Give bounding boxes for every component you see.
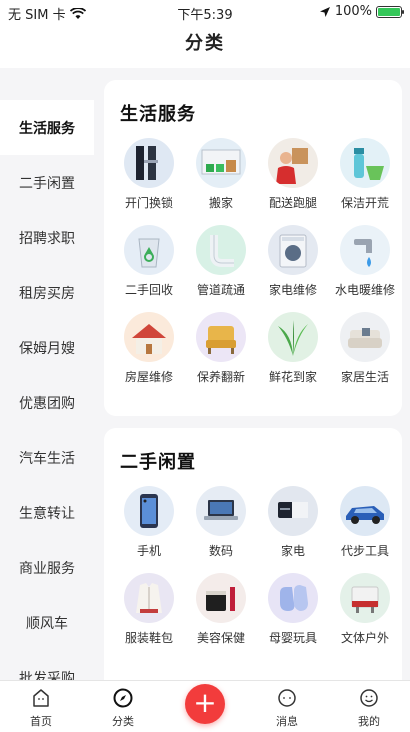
battery-fill [378,7,400,16]
sidebar-item-business-services[interactable]: 商业服务 [0,540,94,595]
grid-item-delivery[interactable]: 配送跑腿 [258,138,328,211]
battery-percent: 100% [334,4,372,19]
page-title: 分类 [0,26,410,68]
cleaning-supplies-icon [340,138,390,188]
section-card-second-hand: 二手闲置 手机 数码 家电 代步工具 服装鞋包 美容保健 母婴玩具 文体户外 [104,428,402,680]
laptop-icon [196,486,246,536]
grid-item-pipe[interactable]: 管道疏通 [186,225,256,298]
grid-item-home-living[interactable]: 家居生活 [330,312,400,385]
baby-shoes-icon [268,573,318,623]
home-icon [30,687,52,709]
sidebar-item-business-transfer[interactable]: 生意转让 [0,485,94,540]
battery-icon [376,5,404,18]
grid-item-door-lock[interactable]: 开门换锁 [114,138,184,211]
sidebar-item-carpool[interactable]: 顺风车 [0,595,94,650]
profile-icon [358,687,380,709]
grid-item-transport[interactable]: 代步工具 [330,486,400,559]
grid-item-plumbing-electric[interactable]: 水电暖维修 [330,225,400,298]
sidebar-item-second-hand[interactable]: 二手闲置 [0,155,94,210]
sofa-icon [340,312,390,362]
cosmetics-icon [196,573,246,623]
sidebar-item-jobs[interactable]: 招聘求职 [0,210,94,265]
pipe-icon [196,225,246,275]
car-icon [340,486,390,536]
secondhand-grid: 手机 数码 家电 代步工具 服装鞋包 美容保健 母婴玩具 文体户外 [104,486,402,646]
jacket-icon [124,573,174,623]
tab-category[interactable]: 分类 [82,681,164,732]
status-right: 100% [319,4,404,19]
section-title: 生活服务 [120,104,196,125]
door-lock-icon [124,138,174,188]
grid-item-phones[interactable]: 手机 [114,486,184,559]
washing-machine-icon [268,225,318,275]
grid-item-cleaning[interactable]: 保洁开荒 [330,138,400,211]
category-sidebar: 生活服务 二手闲置 招聘求职 租房买房 保姆月嫂 优惠团购 汽车生活 生意转让 … [0,68,94,680]
sidebar-item-life-services[interactable]: 生活服务 [0,100,94,155]
message-icon [276,687,298,709]
sidebar-item-nanny[interactable]: 保姆月嫂 [0,320,94,375]
sidebar-item-housing[interactable]: 租房买房 [0,265,94,320]
status-bar: 无 SIM 卡 下午5:39 100% [0,0,410,26]
sidebar-item-car-life[interactable]: 汽车生活 [0,430,94,485]
tab-home[interactable]: 首页 [0,681,82,732]
tab-messages[interactable]: 消息 [246,681,328,732]
grid-item-appliance-repair[interactable]: 家电维修 [258,225,328,298]
grid-item-digital[interactable]: 数码 [186,486,256,559]
tab-post[interactable]: + [164,681,246,732]
grid-item-clothing[interactable]: 服装鞋包 [114,573,184,646]
moving-truck-icon [196,138,246,188]
sidebar-item-group-deals[interactable]: 优惠团购 [0,375,94,430]
section-title: 二手闲置 [120,452,196,473]
sidebar-item-wholesale[interactable]: 批发采购 [0,650,94,681]
delivery-courier-icon [268,138,318,188]
recycle-bin-icon [124,225,174,275]
service-grid: 开门换锁 搬家 配送跑腿 保洁开荒 二手回收 管道疏通 家电维修 水电暖维修 房… [104,138,402,385]
house-icon [124,312,174,362]
plant-icon [268,312,318,362]
grid-item-appliances[interactable]: 家电 [258,486,328,559]
tab-profile[interactable]: 我的 [328,681,410,732]
appliance-icon [268,486,318,536]
grid-item-sports-outdoor[interactable]: 文体户外 [330,573,400,646]
bottom-tab-bar: 首页 分类 + 消息 我的 [0,680,410,732]
grid-item-flowers[interactable]: 鲜花到家 [258,312,328,385]
armchair-icon [196,312,246,362]
sports-icon [340,573,390,623]
grid-item-renovation[interactable]: 保养翻新 [186,312,256,385]
grid-item-house-repair[interactable]: 房屋维修 [114,312,184,385]
grid-item-beauty[interactable]: 美容保健 [186,573,256,646]
section-card-life-services: 生活服务 开门换锁 搬家 配送跑腿 保洁开荒 二手回收 管道疏通 家电维修 水电… [104,80,402,416]
compass-icon [112,687,134,709]
smartphone-icon [124,486,174,536]
plus-icon: + [185,683,225,724]
grid-item-moving[interactable]: 搬家 [186,138,256,211]
location-arrow-icon [319,6,330,17]
water-faucet-icon [340,225,390,275]
category-content: 生活服务 开门换锁 搬家 配送跑腿 保洁开荒 二手回收 管道疏通 家电维修 水电… [94,68,410,680]
grid-item-recycling[interactable]: 二手回收 [114,225,184,298]
grid-item-baby-toys[interactable]: 母婴玩具 [258,573,328,646]
